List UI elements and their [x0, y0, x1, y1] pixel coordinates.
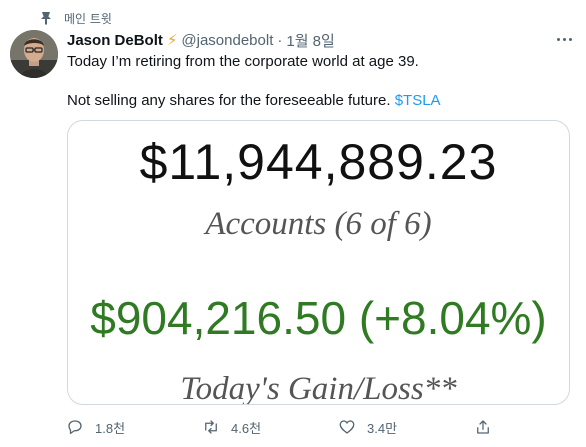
- more-options-icon[interactable]: [555, 30, 574, 49]
- tweet-actions: 1.8천 4.6천 3.4만: [60, 414, 580, 440]
- reply-button[interactable]: 1.8천: [66, 414, 125, 440]
- tweet-image[interactable]: $11,944,889.23 Accounts (6 of 6) $904,21…: [67, 120, 570, 405]
- share-icon: [477, 420, 489, 434]
- lightning-icon: ⚡: [166, 31, 178, 49]
- author-name[interactable]: Jason DeBolt: [67, 32, 163, 49]
- heart-icon: [339, 420, 355, 434]
- tweet-text-line-1: Today I’m retiring from the corporate wo…: [67, 53, 419, 70]
- reply-icon: [68, 420, 82, 435]
- tweet-date[interactable]: 1월 8일: [286, 30, 334, 51]
- like-button[interactable]: 3.4만: [338, 414, 397, 440]
- author-handle[interactable]: @jasondebolt: [181, 32, 273, 49]
- pinned-label: 메인 트윗: [64, 11, 112, 26]
- reply-count: 1.8천: [95, 420, 126, 436]
- retweet-button[interactable]: 4.6천: [202, 414, 261, 440]
- tweet-header: Jason DeBolt ⚡ @jasondebolt · 1월 8일: [67, 30, 566, 50]
- daily-gain-value: $904,216.50 (+8.04%): [90, 292, 547, 344]
- avatar[interactable]: [10, 30, 58, 78]
- tweet-text-line-2: Not selling any shares for the foreseeab…: [67, 92, 441, 109]
- tweet-text-line-2-prefix: Not selling any shares for the foreseeab…: [67, 92, 395, 109]
- pinned-tweet-indicator: 메인 트윗: [38, 9, 112, 27]
- cashtag-link[interactable]: $TSLA: [395, 92, 441, 109]
- retweet-icon: [205, 420, 217, 434]
- accounts-label: Accounts (6 of 6): [205, 206, 432, 242]
- pin-icon: [38, 10, 54, 26]
- separator-dot: ·: [277, 31, 283, 49]
- like-count: 3.4만: [367, 420, 398, 436]
- retweet-count: 4.6천: [231, 420, 262, 436]
- share-button[interactable]: [474, 414, 492, 440]
- daily-gain-label: Today's Gain/Loss**: [180, 371, 457, 405]
- account-total-value: $11,944,889.23: [139, 134, 498, 190]
